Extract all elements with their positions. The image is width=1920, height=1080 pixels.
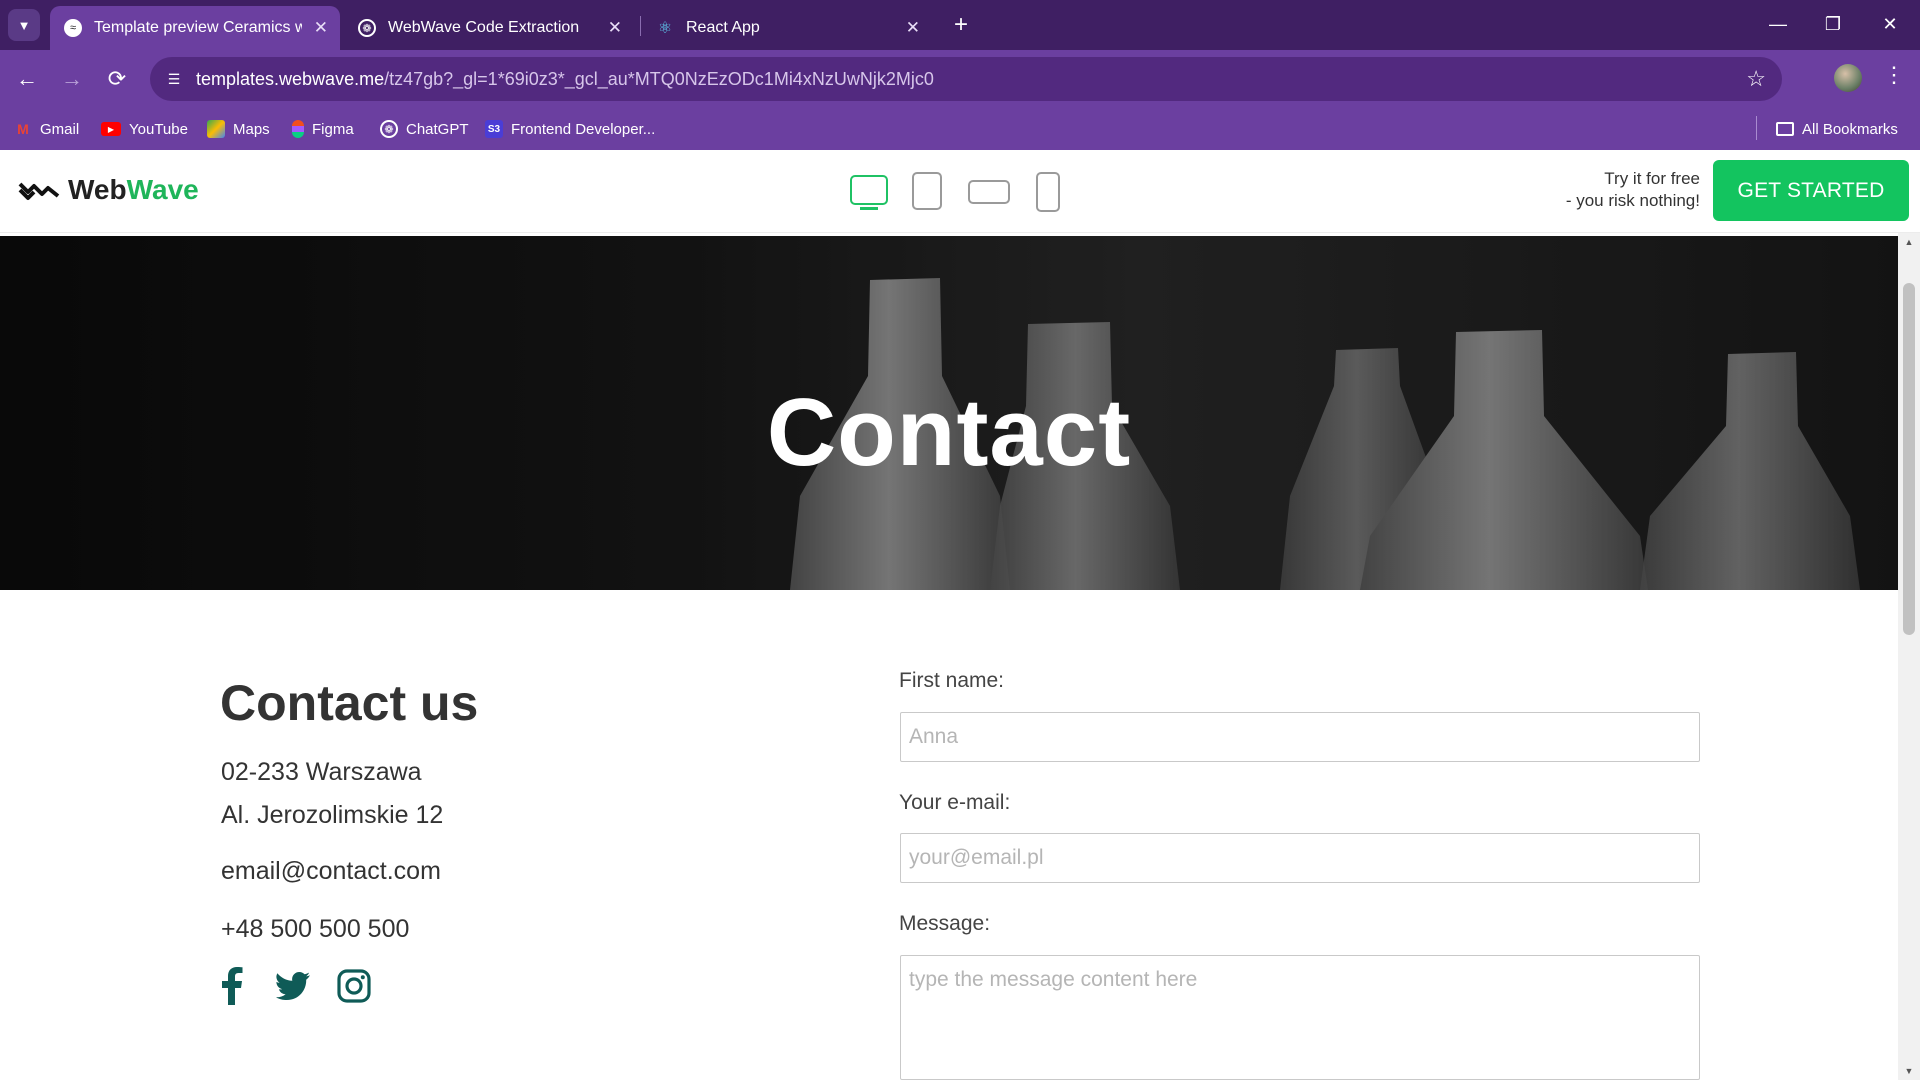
back-button[interactable]: ← (10, 62, 44, 96)
hero-banner: Contact (0, 236, 1898, 590)
contact-phone[interactable]: +48 500 500 500 (221, 915, 409, 944)
tab-react-app[interactable]: ⚛ React App ✕ (642, 6, 932, 50)
bookmark-label: YouTube (129, 120, 188, 138)
forward-button[interactable]: → (55, 62, 89, 96)
chatgpt-icon: ❁ (380, 120, 398, 138)
address-line-2: Al. Jerozolimskie 12 (221, 801, 444, 829)
bookmark-label: ChatGPT (406, 120, 469, 138)
url-path: /tz47gb?_gl=1*69i0z3*_gcl_au*MTQ0NzEzODc… (384, 69, 934, 89)
bookmark-maps[interactable]: Maps (207, 118, 270, 140)
tab-webwave-code-extraction[interactable]: ❁ WebWave Code Extraction ✕ (344, 6, 634, 50)
scroll-down-icon[interactable]: ▼ (1904, 1066, 1914, 1076)
bookmark-label: All Bookmarks (1802, 120, 1898, 138)
plus-icon: + (953, 11, 968, 38)
first-name-input[interactable] (900, 712, 1700, 762)
close-icon[interactable]: ✕ (906, 18, 920, 38)
url-host: templates.webwave.me (196, 69, 385, 89)
new-tab-button[interactable]: + (946, 10, 976, 40)
page-scrollbar[interactable]: ▲ ▼ (1898, 233, 1920, 1080)
bookmark-label: Figma (312, 120, 354, 138)
first-name-label: First name: (899, 669, 1005, 692)
address-bar[interactable]: ☰ templates.webwave.me/tz47gb?_gl=1*69i0… (150, 57, 1782, 101)
hero-title: Contact (766, 379, 1132, 486)
bookmark-frontend-developer[interactable]: S3 Frontend Developer... (485, 118, 655, 140)
bookmarks-separator (1756, 116, 1757, 140)
email-label: Your e-mail: (899, 791, 1011, 814)
tab-title: WebWave Code Extraction (388, 19, 580, 36)
restore-icon: ❐ (1824, 13, 1842, 34)
browser-tab-bar: ▼ ≈ Template preview Ceramics wor ✕ ❁ We… (0, 0, 1920, 50)
bookmark-figma[interactable]: Figma (292, 118, 354, 140)
folder-icon (1776, 122, 1794, 136)
contact-email[interactable]: email@contact.com (221, 857, 441, 886)
try-line-2: - you risk nothing! (1565, 191, 1700, 210)
twitter-icon[interactable] (275, 966, 311, 1006)
tablet-landscape-icon[interactable] (968, 180, 1010, 204)
close-icon[interactable]: ✕ (314, 18, 328, 38)
bookmark-gmail[interactable]: M Gmail (14, 118, 79, 140)
arrow-right-icon: → (61, 66, 83, 91)
youtube-icon: ▶ (101, 122, 121, 136)
logo-text-web: Web (68, 174, 127, 205)
browser-toolbar: ← → ⟳ ☰ templates.webwave.me/tz47gb?_gl=… (0, 50, 1920, 108)
chatgpt-icon: ❁ (358, 19, 376, 37)
site-info-icon[interactable]: ☰ (162, 67, 186, 91)
close-icon: ✕ (1882, 13, 1898, 34)
gmail-icon: M (17, 121, 29, 137)
minimize-button[interactable]: — (1758, 8, 1798, 40)
instagram-icon[interactable] (336, 966, 372, 1006)
close-window-button[interactable]: ✕ (1870, 8, 1910, 40)
scroll-up-icon[interactable]: ▲ (1904, 237, 1914, 247)
mobile-view-icon[interactable] (1036, 172, 1060, 212)
tab-separator (640, 16, 641, 36)
message-label: Message: (899, 912, 991, 935)
close-icon[interactable]: ✕ (608, 18, 622, 38)
browser-menu-icon[interactable]: ⋮ (1882, 62, 1906, 88)
figma-icon (292, 120, 304, 138)
scrollbar-thumb[interactable] (1903, 283, 1915, 635)
tab-title: React App (686, 19, 760, 36)
tab-search-button[interactable]: ▼ (8, 9, 40, 41)
bookmark-label: Gmail (40, 120, 80, 138)
address-line-1: 02-233 Warszawa (221, 758, 422, 786)
bookmarks-bar: M Gmail ▶ YouTube Maps Figma ❁ ChatGPT S… (0, 108, 1920, 150)
bookmark-label: Maps (233, 120, 270, 138)
bookmark-youtube[interactable]: ▶ YouTube (101, 118, 188, 140)
desktop-view-icon[interactable] (850, 175, 888, 205)
logo-text-wave: Wave (126, 174, 199, 205)
contact-heading: Contact us (220, 675, 479, 731)
email-input[interactable] (900, 833, 1700, 883)
tab-title: Template preview Ceramics wor (94, 19, 302, 36)
reload-button[interactable]: ⟳ (100, 62, 134, 96)
url-text[interactable]: templates.webwave.me/tz47gb?_gl=1*69i0z3… (196, 69, 934, 90)
facebook-icon[interactable] (214, 966, 250, 1006)
arrow-left-icon: ← (16, 66, 38, 91)
bookmark-star-icon[interactable]: ☆ (1746, 66, 1766, 92)
message-textarea[interactable] (900, 955, 1700, 1080)
all-bookmarks[interactable]: All Bookmarks (1776, 118, 1898, 140)
chevron-down-icon: ▼ (17, 17, 31, 33)
react-icon: ⚛ (657, 20, 673, 37)
bookmark-chatgpt[interactable]: ❁ ChatGPT (380, 118, 469, 140)
tab-template-preview[interactable]: ≈ Template preview Ceramics wor ✕ (50, 6, 340, 50)
reload-icon: ⟳ (107, 66, 127, 91)
site-header: Web Wave Try it for free - you risk nothi… (0, 150, 1920, 233)
get-started-button[interactable]: GET STARTED (1713, 160, 1909, 221)
webwave-icon: ≈ (64, 19, 82, 37)
bookmark-label: Frontend Developer... (511, 120, 656, 138)
restore-button[interactable]: ❐ (1813, 8, 1853, 40)
minimize-icon: — (1769, 13, 1787, 34)
try-for-free-text: Try it for free - you risk nothing! (1510, 168, 1700, 212)
webwave-logo-icon (18, 182, 60, 200)
desktop-stand (860, 207, 878, 210)
profile-avatar[interactable] (1834, 64, 1862, 92)
frontend-icon: S3 (485, 120, 503, 138)
webwave-logo[interactable]: Web Wave (18, 174, 199, 206)
maps-icon (207, 120, 225, 138)
tablet-portrait-icon[interactable] (912, 172, 942, 210)
try-line-1: Try it for free (1604, 169, 1700, 188)
